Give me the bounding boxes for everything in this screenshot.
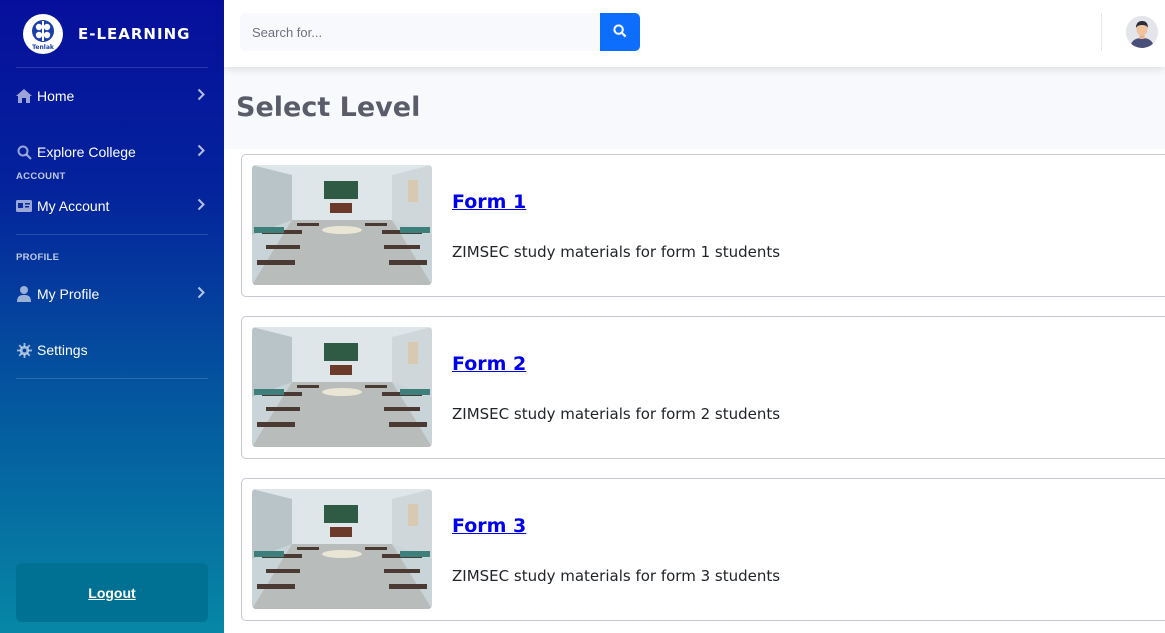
sidebar-item-label: Home: [37, 88, 75, 104]
classroom-image: [252, 165, 432, 285]
level-description: ZIMSEC study materials for form 1 studen…: [452, 243, 781, 261]
sidebar-divider: [16, 378, 208, 379]
level-title-link[interactable]: Form 2: [452, 353, 526, 375]
level-description: ZIMSEC study materials for form 3 studen…: [452, 567, 781, 585]
chevron-right-icon: [197, 198, 205, 214]
section-heading-profile: PROFILE: [16, 252, 60, 263]
search-form: [240, 13, 640, 51]
classroom-image: [252, 489, 432, 609]
sidebar-item-explore-college[interactable]: Explore College: [0, 124, 224, 180]
user-avatar-icon[interactable]: [1126, 16, 1158, 48]
brand[interactable]: Tenlak E-LEARNING: [0, 0, 224, 67]
sidebar-item-label: Explore College: [37, 144, 136, 160]
brand-logo: Tenlak: [23, 13, 63, 54]
chevron-right-icon: [197, 88, 205, 104]
sidebar-item-label: My Account: [37, 198, 110, 214]
sidebar-item-my-profile[interactable]: My Profile: [0, 266, 224, 322]
logout-button[interactable]: Logout: [88, 585, 135, 601]
level-card: Form 1 ZIMSEC study materials for form 1…: [241, 154, 1165, 297]
classroom-image: [252, 327, 432, 447]
page-title: Select Level: [236, 92, 421, 123]
topbar: [224, 0, 1165, 67]
search-icon: [16, 144, 32, 160]
search-icon: [613, 23, 627, 41]
topbar-divider: [1101, 13, 1102, 51]
search-button[interactable]: [600, 13, 640, 51]
user-icon: [16, 286, 32, 302]
brand-name: E-LEARNING: [78, 24, 191, 43]
brand-logo-text: Tenlak: [32, 44, 55, 51]
sidebar-item-my-account[interactable]: My Account: [0, 178, 224, 234]
logout-container: Logout: [16, 563, 208, 622]
chevron-right-icon: [197, 286, 205, 302]
id-card-icon: [16, 198, 32, 214]
sidebar-item-settings[interactable]: Settings: [0, 322, 224, 378]
home-icon: [16, 88, 32, 104]
sidebar-divider: [16, 234, 208, 235]
search-input[interactable]: [240, 13, 600, 51]
level-title-link[interactable]: Form 3: [452, 515, 526, 537]
level-title-link[interactable]: Form 1: [452, 191, 526, 213]
sidebar-item-label: My Profile: [37, 286, 100, 302]
level-card: Form 3 ZIMSEC study materials for form 3…: [241, 478, 1165, 621]
gear-icon: [16, 342, 32, 358]
sidebar-item-label: Settings: [37, 342, 88, 358]
sidebar-item-home[interactable]: Home: [0, 68, 224, 124]
level-description: ZIMSEC study materials for form 2 studen…: [452, 405, 781, 423]
level-card: Form 2 ZIMSEC study materials for form 2…: [241, 316, 1165, 459]
sidebar: Tenlak E-LEARNING Home Explore College A…: [0, 0, 224, 633]
chevron-right-icon: [197, 144, 205, 160]
